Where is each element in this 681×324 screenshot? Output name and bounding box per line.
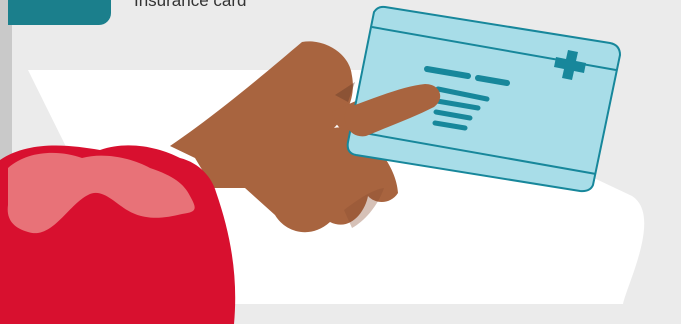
- hand-holding-insurance-card-illustration: [0, 5, 645, 324]
- insurance-card-illustration-scene: Insurance card: [0, 0, 681, 324]
- red-sleeve: [0, 145, 236, 324]
